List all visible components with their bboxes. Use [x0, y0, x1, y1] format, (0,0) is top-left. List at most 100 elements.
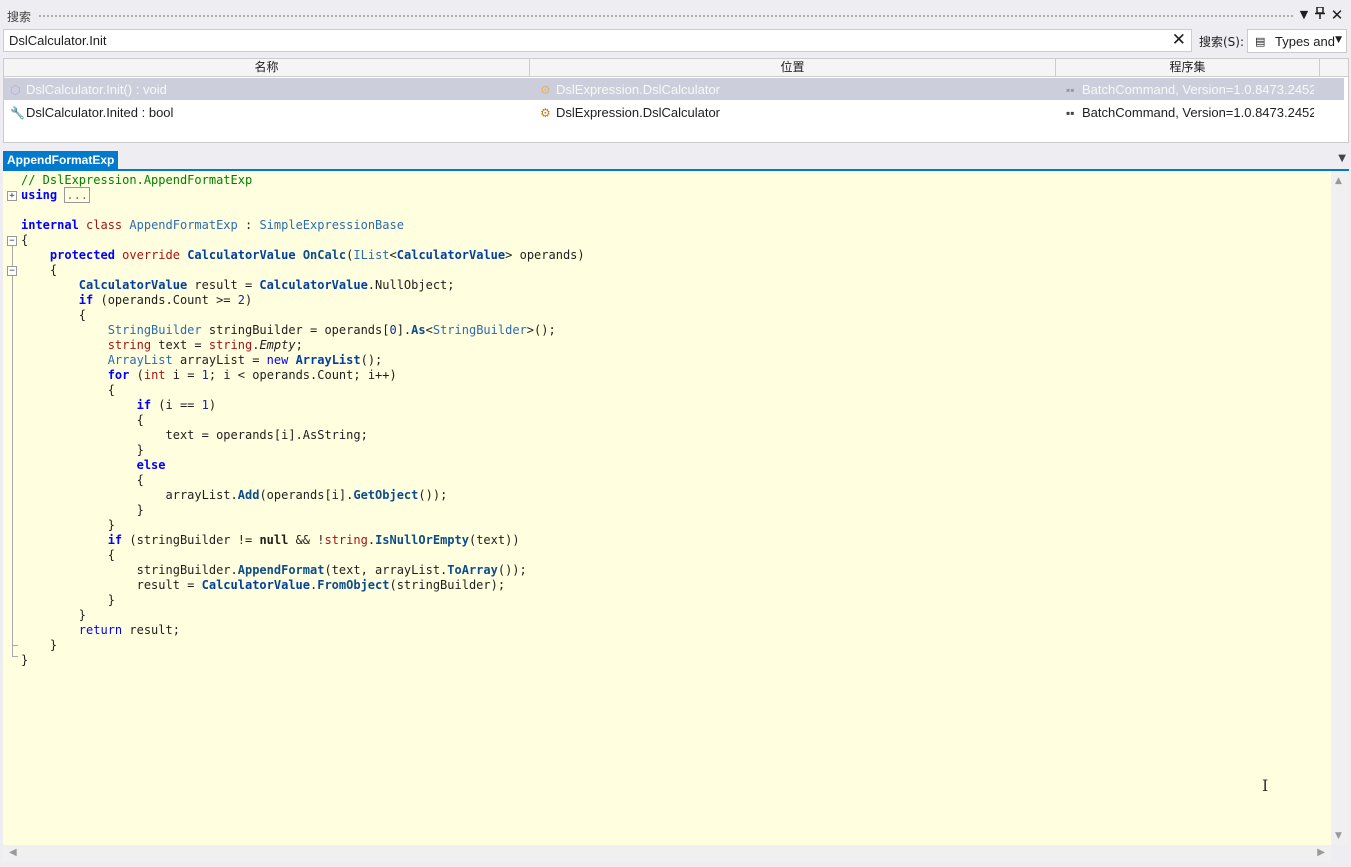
chevron-down-icon: ▼: [1335, 35, 1342, 45]
column-header-name[interactable]: 名称: [4, 59, 530, 76]
method-name: Add: [237, 488, 260, 502]
titlebar-grip[interactable]: [38, 14, 1293, 19]
scroll-left-icon[interactable]: ◀: [9, 847, 17, 858]
kw-string: string: [324, 533, 368, 547]
method-name: As: [411, 323, 426, 337]
search-scope-label: 搜索(S):: [1199, 35, 1245, 49]
outline-tick: [12, 656, 18, 657]
source-code[interactable]: // DslExpression.AppendFormatExp using .…: [21, 173, 585, 668]
column-header-assembly[interactable]: 程序集: [1056, 59, 1320, 76]
horizontal-scrollbar[interactable]: ◀ ▶: [3, 845, 1331, 862]
wrench-icon: 🔧: [10, 106, 25, 120]
code-text: result =: [136, 578, 202, 592]
code-text: ; i < operands.Count; i++): [208, 368, 397, 382]
document-menu-icon[interactable]: ▼: [1338, 153, 1346, 164]
assembly-icon: ▪▪: [1066, 83, 1075, 97]
method-name: OnCalc: [302, 248, 347, 262]
code-text: i =: [165, 368, 202, 382]
kw-null: null: [259, 533, 289, 547]
vertical-scrollbar[interactable]: ▲ ▼: [1331, 171, 1349, 845]
result-name-cell: ⬡ DslCalculator.Init() : void: [10, 82, 525, 97]
result-name: DslCalculator.Inited : bool: [26, 105, 174, 120]
search-box[interactable]: ✕: [3, 29, 1192, 52]
code-text: ();: [360, 353, 383, 367]
kw-if: if: [107, 533, 123, 547]
kw-override: override: [122, 248, 180, 262]
code-text: .NullObject;: [367, 278, 455, 292]
result-location: DslExpression.DslCalculator: [556, 105, 720, 120]
type-name: ArrayList: [295, 353, 361, 367]
code-text: arrayList.: [165, 488, 238, 502]
code-text: .: [367, 533, 376, 547]
scroll-down-icon[interactable]: ▼: [1335, 831, 1342, 841]
kw-if: if: [78, 293, 94, 307]
search-scope-value: Types and Members: [1275, 34, 1335, 49]
collapsed-region[interactable]: ...: [64, 187, 91, 203]
code-text: {: [107, 383, 115, 397]
expand-icon[interactable]: +: [7, 191, 17, 201]
kw-internal: internal: [21, 218, 79, 232]
type-name: CalculatorValue: [396, 248, 506, 262]
code-text: >();: [526, 323, 556, 337]
code-text: {: [136, 413, 144, 427]
outline-tick: [12, 645, 18, 646]
kw-for: for: [107, 368, 130, 382]
result-row[interactable]: ⬡ DslCalculator.Init() : void ⚙ DslExpress…: [4, 78, 1344, 100]
ibeam-cursor-icon: I: [1262, 776, 1269, 795]
search-input[interactable]: [9, 32, 1159, 49]
result-assembly: BatchCommand, Version=1.0.8473.2452: [1082, 82, 1314, 97]
collapse-icon[interactable]: −: [7, 266, 17, 276]
results-list: 名称 位置 程序集 ⬡ DslCalculator.Init() : void ⚙…: [3, 58, 1349, 143]
code-text: stringBuilder.: [136, 563, 238, 577]
class-icon: ⚙: [540, 106, 551, 120]
scroll-right-icon[interactable]: ▶: [1317, 847, 1325, 858]
code-text: ());: [418, 488, 448, 502]
code-comment: // DslExpression.AppendFormatExp: [21, 173, 253, 187]
type-name: CalculatorValue: [78, 278, 188, 292]
column-header-location[interactable]: 位置: [530, 59, 1056, 76]
method-name: FromObject: [317, 578, 390, 592]
code-text: stringBuilder = operands[: [201, 323, 390, 337]
method-cube-icon: ⬡: [10, 83, 21, 97]
types-members-icon: ▤: [1255, 35, 1266, 48]
number-literal: 1: [201, 398, 209, 412]
code-text: {: [21, 233, 29, 247]
code-text: text = operands[i].AsString;: [165, 428, 368, 442]
code-text: (stringBuilder);: [389, 578, 506, 592]
result-row[interactable]: 🔧DslCalculator.Inited : bool ⚙ DslExpress…: [4, 101, 1344, 123]
code-text: <: [425, 323, 433, 337]
code-text: ());: [497, 563, 527, 577]
type-name: CalculatorValue: [201, 578, 310, 592]
scroll-up-icon[interactable]: ▲: [1335, 176, 1342, 186]
number-literal: 0: [389, 323, 397, 337]
search-scope-select[interactable]: ▤ Types and Members ▼: [1247, 29, 1347, 53]
result-assembly: BatchCommand, Version=1.0.8473.2452: [1082, 105, 1314, 120]
close-icon[interactable]: ✕: [1329, 7, 1345, 23]
number-literal: 1: [201, 368, 209, 382]
kw-else: else: [136, 458, 166, 472]
code-text: result;: [122, 623, 180, 637]
method-name: IsNullOrEmpty: [375, 533, 469, 547]
collapse-icon[interactable]: −: [7, 236, 17, 246]
type-name: CalculatorValue: [187, 248, 296, 262]
result-name: DslCalculator.Init() : void: [26, 82, 167, 97]
code-text: {: [107, 548, 115, 562]
result-location: DslExpression.DslCalculator: [556, 82, 720, 97]
code-text: ].: [396, 323, 412, 337]
code-editor[interactable]: + − − // DslExpression.AppendFormatExp u…: [3, 171, 1331, 845]
pin-icon[interactable]: [1312, 6, 1328, 23]
dropdown-icon[interactable]: ▼: [1296, 7, 1312, 23]
panel-title: 搜索: [7, 10, 32, 24]
code-text: (: [129, 368, 144, 382]
kw-int: int: [143, 368, 166, 382]
base-class-name: SimpleExpressionBase: [259, 218, 404, 232]
method-name: AppendFormat: [237, 563, 325, 577]
document-tab-appendformatexp[interactable]: AppendFormatExp: [3, 151, 119, 169]
clear-search-icon[interactable]: ✕: [1172, 31, 1186, 50]
code-text: (operands[i].: [259, 488, 354, 502]
type-name: StringBuilder: [107, 323, 202, 337]
code-text: ;: [295, 338, 303, 352]
search-panel-titlebar: 搜索 ▼ ✕: [0, 6, 1351, 26]
kw-return: return: [78, 623, 123, 637]
